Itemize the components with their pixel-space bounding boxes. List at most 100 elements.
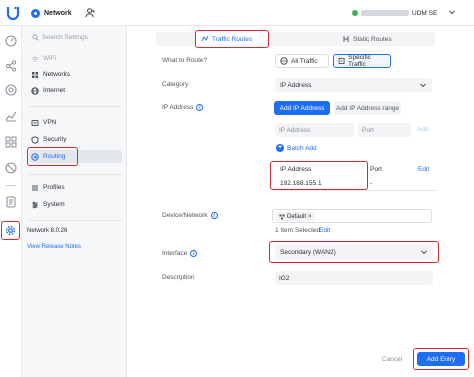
version-text: Network 8.0.26 [27, 228, 68, 234]
users-icon[interactable] [85, 7, 96, 18]
add-ip-address-button[interactable]: Add IP Address [274, 101, 330, 115]
devices-grid-icon[interactable] [5, 136, 17, 148]
interface-select[interactable]: Secondary (WAN2) [275, 245, 433, 259]
option-label: Specific Traffic [348, 54, 371, 68]
device-chip[interactable]: Default × [276, 212, 315, 221]
sidenav-divider [29, 174, 122, 175]
port-input[interactable]: Port [358, 123, 411, 137]
ip-address-label: IP Address i [162, 104, 204, 111]
entry-ip-value: 192.168.155.1 [280, 180, 322, 187]
blocked-icon[interactable] [5, 162, 17, 174]
close-icon[interactable]: × [308, 214, 312, 220]
wifi-icon [31, 56, 39, 62]
chevron-down-icon[interactable] [448, 8, 456, 16]
specific-traffic-icon [338, 58, 345, 64]
sidebar-item-label: Profiles [43, 184, 65, 191]
entry-ip-header: IP Address [280, 166, 312, 173]
sidebar-item-wifi[interactable]: WiFi [29, 52, 122, 65]
sidebar-item-label: VPN [43, 119, 57, 126]
app-switcher-network[interactable]: Network [28, 6, 77, 20]
entry-divider [273, 190, 438, 191]
globe-icon [31, 86, 39, 95]
entry-port-value: - [370, 180, 373, 187]
device-name: UDM SE [412, 9, 438, 17]
shield-icon [31, 135, 39, 144]
sidebar-item-internet[interactable]: Internet [29, 84, 122, 97]
label-text: Interface [162, 250, 188, 257]
chevron-down-icon [421, 250, 427, 255]
sidebar-item-label: Internet [43, 87, 66, 94]
clients-icon[interactable] [5, 84, 17, 96]
sidebar-item-networks[interactable]: Networks [29, 68, 122, 81]
online-status-icon [352, 10, 358, 16]
static-routes-icon [343, 36, 349, 42]
description-input[interactable]: IG2 [275, 271, 433, 285]
label-text: IP Address [162, 104, 194, 111]
device-network-label: Device/Network i [162, 212, 218, 219]
network-icon [279, 214, 285, 219]
tab-static-routes[interactable]: Static Routes [342, 32, 392, 46]
chip-label: Default [287, 213, 307, 220]
entry-port-header: Port [370, 166, 382, 173]
profiles-icon [32, 185, 38, 190]
device-selector[interactable]: UDM SE [352, 7, 437, 19]
category-label: Category [162, 81, 189, 88]
all-traffic-option[interactable]: All Traffic [275, 54, 329, 68]
topology-icon[interactable] [5, 60, 17, 72]
interface-label: Interface i [162, 250, 198, 257]
settings-sidenav: Search Settings WiFi Networks Internet V… [22, 26, 127, 377]
search-placeholder: Search Settings [42, 34, 88, 41]
sidebar-item-profiles[interactable]: Profiles [29, 181, 122, 194]
sidebar-item-label: System [43, 201, 65, 208]
add-ip-range-button[interactable]: Add IP Address range [334, 101, 401, 115]
info-icon[interactable]: i [196, 104, 204, 111]
selected-edit-link[interactable]: Edit [319, 227, 330, 234]
search-settings[interactable]: Search Settings [29, 31, 120, 44]
globe-icon [280, 57, 288, 65]
rail-divider [6, 185, 16, 186]
entry-edit-link[interactable]: Edit [418, 166, 429, 173]
logs-icon[interactable] [5, 196, 17, 208]
sidebar-item-label: WiFi [43, 55, 56, 62]
sidebar-item-label: Security [43, 136, 67, 143]
batch-add-link[interactable]: + Batch Add [276, 144, 317, 152]
tab-traffic-routes[interactable]: Traffic Routes [201, 32, 252, 46]
main-panel: Traffic Routes Static Routes What to Rou… [127, 26, 474, 377]
sidenav-divider [29, 220, 122, 221]
ip-address-input[interactable]: IP Address [275, 123, 354, 137]
sidenav-divider [29, 106, 122, 107]
icon-rail [0, 26, 22, 377]
release-notes-link[interactable]: View Release Notes [27, 244, 81, 250]
chevron-down-icon [420, 83, 426, 88]
plus-icon: + [276, 144, 284, 152]
info-icon[interactable]: i [210, 212, 218, 219]
link-label: Batch Add [287, 144, 317, 152]
statistics-icon[interactable] [5, 110, 17, 122]
sidebar-item-label: Networks [43, 71, 71, 78]
settings-rail-button[interactable] [1, 221, 20, 240]
gear-icon [5, 225, 16, 236]
device-network-picker[interactable]: Default × [272, 209, 432, 223]
sidebar-item-system[interactable]: System [29, 198, 122, 211]
redacted-text [361, 10, 409, 16]
traffic-routes-icon [201, 35, 209, 42]
category-select[interactable]: IP Address [275, 78, 432, 92]
top-bar: Network UDM SE [0, 0, 474, 26]
sidebar-item-vpn[interactable]: VPN [29, 116, 122, 129]
add-entry-button[interactable]: Add Entry [417, 352, 465, 366]
add-ip-link[interactable]: Add [417, 126, 429, 133]
search-icon [32, 34, 39, 41]
routing-highlight-box [27, 147, 78, 166]
label-text: Device/Network [162, 212, 208, 219]
app-name: Network [44, 9, 72, 17]
specific-traffic-option[interactable]: Specific Traffic [333, 54, 391, 68]
system-icon [32, 201, 38, 208]
info-icon[interactable]: i [190, 250, 198, 257]
network-app-icon [31, 8, 40, 18]
sidebar-item-security[interactable]: Security [29, 133, 122, 146]
ubiquiti-logo-icon[interactable] [5, 5, 21, 21]
cancel-button[interactable]: Cancel [382, 356, 402, 363]
category-value: IP Address [280, 81, 312, 89]
what-to-route-label: What to Route? [162, 57, 208, 64]
dashboard-icon[interactable] [5, 35, 17, 47]
